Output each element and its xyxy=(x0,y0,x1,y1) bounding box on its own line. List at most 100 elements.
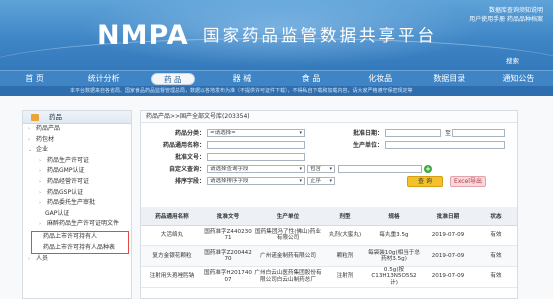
column-header[interactable]: 状态 xyxy=(475,207,517,226)
table-cell: 国药准字Z440230 71 xyxy=(203,225,253,247)
sidebar: 药品 › 药品产品 › 药包材 ⌄ 企业 › 药品生产许可证 › 药品GMP认证 › 药品经… xyxy=(22,110,132,299)
manual-link[interactable]: 用户使用手册 药品品种档案 xyxy=(469,15,543,24)
excel-export-button[interactable]: Excel导出 xyxy=(450,176,486,187)
table-row[interactable]: 复方金银花颗粒 国药准字Z200442 70 广州诺金制药有限公司 颗粒剂 每袋… xyxy=(141,245,517,267)
nav-item-devices[interactable]: 器 械 xyxy=(207,71,276,86)
nav-item-data-catalog[interactable]: 数据目录 xyxy=(415,71,484,86)
nav-item-statistics[interactable]: 统计分析 xyxy=(69,71,138,86)
sort-order-select[interactable]: 正序 ▾ xyxy=(307,177,335,185)
table-cell: 广州白云山医药集团股份有限公司白云山制药总厂 xyxy=(253,266,323,288)
category-select[interactable]: =请选择= ▾ xyxy=(207,129,305,137)
custom-field-select[interactable]: 请选择查询字段 ▾ xyxy=(207,165,305,173)
results-table: 药品通用名称 批准文号 生产单位 剂型 规格 批准日期 状态 大活络丸 国药准字… xyxy=(141,207,517,288)
sidebar-item-entrusted-production[interactable]: › 药品委托生产审批 xyxy=(23,198,131,209)
column-header[interactable]: 剂型 xyxy=(323,207,367,226)
date-to-label: 至 xyxy=(444,130,451,137)
custom-query-label: 自定义查询： xyxy=(168,166,205,173)
chevron-right-icon: › xyxy=(28,136,30,143)
chevron-down-icon: ▾ xyxy=(299,166,302,172)
chevron-down-icon: ▾ xyxy=(329,166,332,172)
sidebar-item-mah[interactable]: 药品上市许可持有人 xyxy=(32,232,128,243)
chevron-down-icon: ▾ xyxy=(299,178,302,184)
main-nav: 首 页 统计分析 药 品 器 械 食 品 化妆品 数据目录 通知公告 xyxy=(0,70,553,86)
add-condition-icon[interactable]: + xyxy=(424,165,432,173)
table-header-row: 药品通用名称 批准文号 生产单位 剂型 规格 批准日期 状态 xyxy=(141,207,517,226)
custom-value-input[interactable] xyxy=(338,165,422,173)
folder-icon xyxy=(31,114,39,121)
manufacturer-label: 生产单位： xyxy=(352,142,383,149)
nav-item-announcements[interactable]: 通知公告 xyxy=(484,71,553,86)
table-cell: 每袋装10g(相当于总药材3.5g) xyxy=(367,245,421,267)
column-header[interactable]: 批准文号 xyxy=(203,207,253,226)
chevron-right-icon: › xyxy=(39,221,41,228)
nav-item-drugs[interactable]: 药 品 xyxy=(138,71,207,86)
nav-item-cosmetics[interactable]: 化妆品 xyxy=(346,71,415,86)
table-cell: 有效 xyxy=(475,245,517,267)
table-cell: 国药准字Z200442 70 xyxy=(203,245,253,267)
sort-field-value: 请选择排序字段 xyxy=(210,178,249,184)
table-cell: 大活络丸 xyxy=(141,225,203,247)
custom-field-value: 请选择查询字段 xyxy=(210,166,249,172)
nav-item-drugs-label: 药 品 xyxy=(151,72,195,85)
sidebar-item-gap[interactable]: GAP认证 xyxy=(23,209,131,220)
sidebar-item-enterprise[interactable]: ⌄ 企业 xyxy=(23,145,131,156)
site-title: 国家药品监管数据共享平台 xyxy=(203,26,437,45)
sort-order-value: 正序 xyxy=(310,178,322,184)
sidebar-title: 药品 xyxy=(49,113,62,121)
query-button[interactable]: 查 询 xyxy=(407,176,443,187)
date-to-input[interactable] xyxy=(452,129,505,137)
chevron-down-icon: ▾ xyxy=(329,178,332,184)
sidebar-item-label: 药品委托生产审批 xyxy=(47,199,96,207)
column-header[interactable]: 批准日期 xyxy=(421,207,475,226)
chevron-right-icon: › xyxy=(39,178,41,185)
manufacturer-input[interactable] xyxy=(385,141,505,149)
nmpa-logo[interactable]: NMPA xyxy=(97,21,189,51)
search-link[interactable]: 搜索 xyxy=(506,55,519,65)
sidebar-item-personnel[interactable]: › 人员 xyxy=(23,254,131,265)
chevron-right-icon: › xyxy=(39,168,41,175)
table-cell: 国药准字H201740 07 xyxy=(203,266,253,288)
table-row[interactable]: 大活络丸 国药准字Z440230 71 国药集团冯了性(佛山)药业有限公司 丸剂… xyxy=(141,225,517,247)
generic-name-input[interactable] xyxy=(207,141,305,149)
nav-item-home[interactable]: 首 页 xyxy=(0,71,69,86)
page: NMPA 国家药品监管数据共享平台 数据库查询须知说明 用户使用手册 药品品种档… xyxy=(0,0,553,299)
sidebar-item-mah-varieties[interactable]: 药品上市许可持有人品种表 xyxy=(32,243,128,254)
search-form: 药品分类： =请选择= ▾ 批准日期： 至 药品通用名称： 生产单位： 批准文号：… xyxy=(141,123,517,203)
sidebar-header: 药品 xyxy=(23,111,131,124)
date-from-input[interactable] xyxy=(385,129,441,137)
column-header[interactable]: 生产单位 xyxy=(253,207,323,226)
table-cell: 丸剂(大蜜丸) xyxy=(323,225,367,247)
sidebar-item-label: 人员 xyxy=(36,255,49,263)
generic-name-label: 药品通用名称： xyxy=(162,142,205,149)
chevron-right-icon: › xyxy=(39,189,41,196)
table-cell: 0.5g(按C13H13N5O5S2计) xyxy=(367,266,421,288)
operator-select[interactable]: 包含 ▾ xyxy=(307,165,335,173)
sidebar-item-label: 药包材 xyxy=(36,135,55,143)
table-cell: 2019-07-09 xyxy=(421,266,475,288)
sidebar-item-gsp[interactable]: › 药品GSP认证 xyxy=(23,188,131,199)
table-cell: 2019-07-09 xyxy=(421,245,475,267)
sidebar-item-label: 药品生产许可证 xyxy=(47,156,90,164)
table-row[interactable]: 注射用头孢唑肟钠 国药准字H201740 07 广州白云山医药集团股份有限公司白… xyxy=(141,266,517,288)
column-header[interactable]: 规格 xyxy=(367,207,421,226)
sidebar-item-packaging[interactable]: › 药包材 xyxy=(23,135,131,146)
nav-item-food[interactable]: 食 品 xyxy=(277,71,346,86)
sidebar-item-drug-products[interactable]: › 药品产品 xyxy=(23,124,131,135)
table-cell: 注射用头孢唑肟钠 xyxy=(141,266,203,288)
sort-field-select[interactable]: 请选择排序字段 ▾ xyxy=(207,177,305,185)
column-header[interactable]: 药品通用名称 xyxy=(141,207,203,226)
sort-label: 排序字段： xyxy=(174,178,205,185)
breadcrumb[interactable]: 药品产品>>国产全部文号库(203354) xyxy=(141,111,517,123)
sidebar-item-label: 药品产品 xyxy=(36,125,61,132)
sidebar-item-business-license[interactable]: › 药品经营许可证 xyxy=(23,177,131,188)
top-links: 数据库查询须知说明 用户使用手册 药品品种档案 xyxy=(469,6,543,24)
approval-no-input[interactable] xyxy=(207,153,305,161)
main-panel: 药品产品>>国产全部文号库(203354) 药品分类： =请选择= ▾ 批准日期：… xyxy=(140,110,518,299)
sidebar-item-gmp[interactable]: › 药品GMP认证 xyxy=(23,166,131,177)
notice-link[interactable]: 数据库查询须知说明 xyxy=(469,6,543,15)
sidebar-item-production-license[interactable]: › 药品生产许可证 xyxy=(23,156,131,167)
sidebar-item-narcotics-license[interactable]: › 麻醉药品生产许可证明文件 xyxy=(23,219,131,230)
chevron-right-icon: › xyxy=(39,157,41,164)
approval-date-label: 批准日期： xyxy=(352,130,383,137)
sidebar-item-label: 药品GSP认证 xyxy=(47,188,84,196)
